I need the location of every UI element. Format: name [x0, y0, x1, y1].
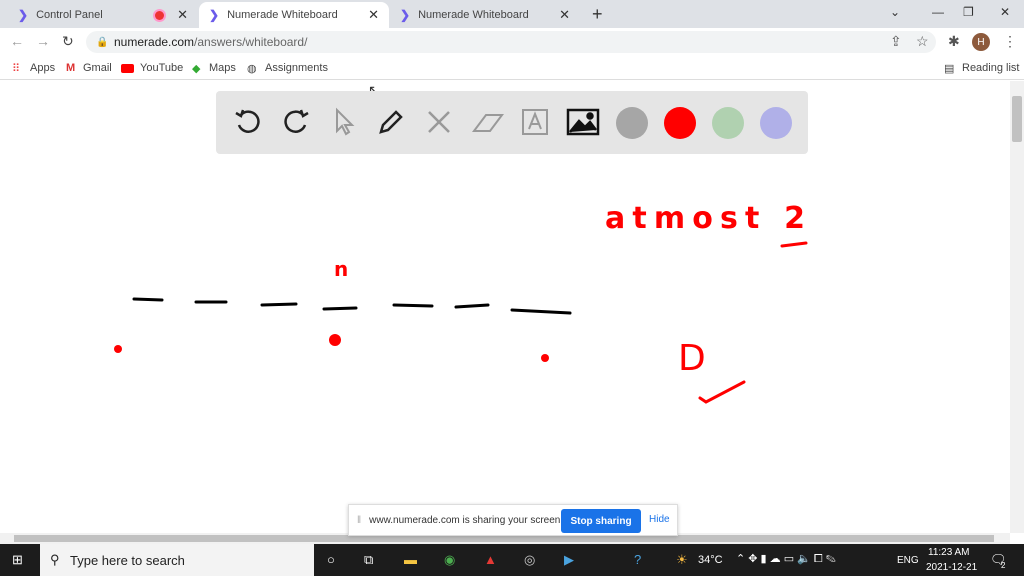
- temperature: 34°C: [698, 554, 723, 566]
- numerade-logo-icon: ❯: [400, 8, 411, 22]
- tools-icon[interactable]: [422, 105, 456, 139]
- avatar[interactable]: H: [972, 33, 990, 51]
- handwritten-letter: D: [678, 338, 706, 379]
- taskbar: ⊞ ⚲ Type here to search ○ ⧉ ▬ ◉ ▲ ◎ ▶ ? ☀…: [0, 544, 1024, 576]
- red-dots: [114, 334, 549, 362]
- tab-whiteboard-active[interactable]: ❯ Numerade Whiteboard ✕: [199, 2, 389, 28]
- undo-icon[interactable]: [231, 105, 265, 139]
- bookmarks-bar: ⠿ Apps M Gmail YouTube ◆ Maps ◍ Assignments …: [0, 56, 1024, 80]
- back-button[interactable]: ←: [10, 33, 24, 49]
- taskbar-search-input[interactable]: ⚲ Type here to search: [40, 544, 314, 576]
- tab-bar: ❯ Control Panel ✕ ❯ Numerade Whiteboard ✕ ❯ N…: [0, 0, 1024, 28]
- stop-sharing-button[interactable]: Stop sharing: [561, 509, 641, 533]
- clock-time[interactable]: 11:23 AM: [928, 547, 970, 558]
- search-icon: ⚲: [50, 552, 60, 567]
- bookmark-gmail[interactable]: Gmail: [83, 62, 112, 74]
- share-icon[interactable]: ⇪: [890, 33, 902, 50]
- media-player-icon[interactable]: ◎: [524, 552, 535, 568]
- reading-list-icon: ▤: [944, 63, 955, 75]
- whiteboard-toolbar: [216, 91, 808, 154]
- screen-share-bar: ‖ www.numerade.com is sharing your scree…: [348, 504, 678, 536]
- bookmark-maps[interactable]: Maps: [209, 62, 236, 74]
- youtube-icon: [121, 64, 134, 73]
- image-icon[interactable]: [566, 105, 600, 139]
- help-icon[interactable]: ?: [634, 552, 641, 567]
- weather-icon: ☀: [676, 552, 688, 567]
- horizontal-scroll-thumb[interactable]: [14, 535, 994, 542]
- reload-button[interactable]: ↻: [62, 33, 74, 50]
- clock-date[interactable]: 2021-12-21: [926, 562, 977, 573]
- url-input[interactable]: 🔒 numerade.com/answers/whiteboard/: [86, 31, 936, 53]
- recording-icon: [155, 10, 164, 20]
- windows-start-icon[interactable]: ⊞: [12, 552, 23, 568]
- text-icon[interactable]: [518, 105, 552, 139]
- new-tab-button[interactable]: +: [592, 4, 603, 25]
- bookmark-apps[interactable]: Apps: [30, 62, 55, 74]
- lock-icon: 🔒: [96, 36, 109, 48]
- bookmark-youtube[interactable]: YouTube: [140, 62, 183, 74]
- menu-icon[interactable]: ⋮: [1003, 33, 1017, 50]
- redo-icon[interactable]: [279, 105, 313, 139]
- notification-count: 2: [1001, 561, 1006, 570]
- tab-search-icon[interactable]: ⌄: [890, 5, 900, 19]
- vertical-scroll-thumb[interactable]: [1012, 96, 1022, 142]
- close-tab-icon[interactable]: ✕: [559, 7, 570, 23]
- color-purple-swatch[interactable]: [760, 107, 792, 139]
- vertical-scrollbar[interactable]: [1010, 81, 1024, 533]
- hide-button[interactable]: Hide: [649, 514, 670, 525]
- chrome-icon[interactable]: ◉: [444, 552, 455, 568]
- forward-button[interactable]: →: [36, 33, 50, 49]
- minimize-button[interactable]: —: [932, 5, 944, 19]
- restore-button[interactable]: ❐: [963, 5, 974, 19]
- tab-whiteboard[interactable]: ❯ Numerade Whiteboard ✕: [390, 2, 580, 28]
- acrobat-icon[interactable]: ▲: [484, 552, 497, 567]
- tray-icons[interactable]: ⌃ ✥ ▮ ☁ ▭ 🔈 ⧠ ✎: [736, 552, 836, 566]
- color-green-swatch[interactable]: [712, 107, 744, 139]
- extensions-icon[interactable]: ✱: [948, 33, 960, 50]
- select-icon[interactable]: [327, 105, 361, 139]
- color-red-swatch[interactable]: [664, 107, 696, 139]
- maps-icon: ◆: [192, 63, 201, 75]
- handwritten-note: atmost 2: [605, 201, 805, 236]
- task-view-icon[interactable]: ⧉: [364, 552, 373, 568]
- blank-dashes: [132, 297, 572, 315]
- handwritten-mark: n: [334, 257, 348, 281]
- drag-handle-icon[interactable]: ‖: [357, 515, 361, 526]
- numerade-logo-icon: ❯: [209, 8, 220, 22]
- close-tab-icon[interactable]: ✕: [368, 7, 379, 23]
- bookmark-star-icon[interactable]: ☆: [916, 33, 929, 50]
- close-tab-icon[interactable]: ✕: [177, 7, 188, 23]
- reading-list-button[interactable]: Reading list: [962, 62, 1019, 74]
- tab-control-panel[interactable]: ❯ Control Panel ✕: [8, 2, 198, 28]
- close-window-button[interactable]: ✕: [1000, 5, 1010, 19]
- eraser-icon[interactable]: [470, 105, 504, 139]
- gmail-icon: M: [66, 62, 76, 74]
- numerade-logo-icon: ❯: [18, 8, 29, 22]
- globe-icon: ◍: [247, 63, 257, 75]
- bookmark-assignments[interactable]: Assignments: [265, 62, 328, 74]
- language-indicator[interactable]: ENG: [897, 555, 919, 566]
- file-explorer-icon[interactable]: ▬: [404, 552, 417, 567]
- pen-icon[interactable]: [374, 105, 408, 139]
- app-icon[interactable]: ▶: [564, 552, 574, 568]
- red-annotations: [698, 241, 808, 404]
- color-gray-swatch[interactable]: [616, 107, 648, 139]
- apps-icon: ⠿: [12, 63, 21, 75]
- cortana-icon[interactable]: ○: [327, 552, 335, 567]
